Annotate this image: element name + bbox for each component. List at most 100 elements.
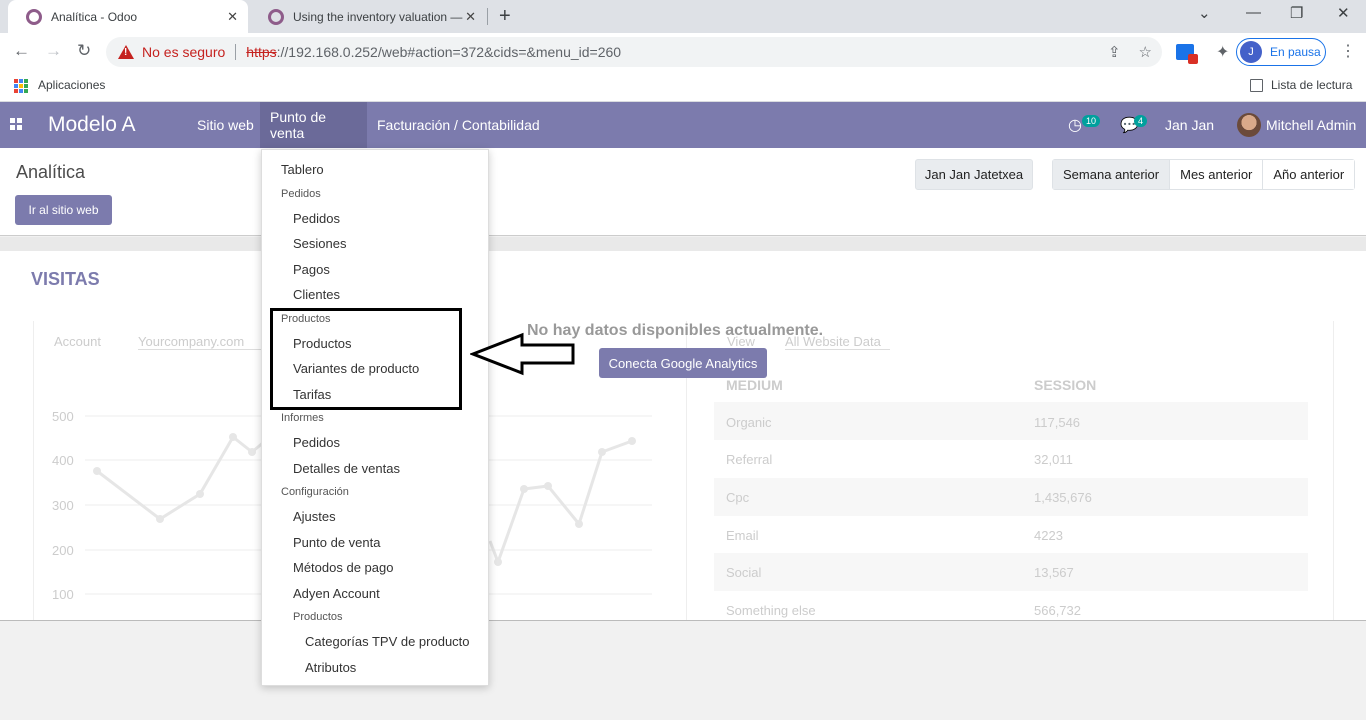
odoo-favicon-icon xyxy=(268,8,284,25)
url-field[interactable]: No es seguro https ://192.168.0.252/web#… xyxy=(106,37,1162,67)
url-scheme: https xyxy=(246,44,277,60)
brand-title[interactable]: Modelo A xyxy=(48,113,136,137)
warning-icon xyxy=(118,45,134,59)
dashboard-content: VISITAS Account Yourcompany.com 500 400 … xyxy=(0,237,1366,621)
url-text: ://192.168.0.252/web#action=372&cids=&me… xyxy=(276,44,622,60)
menu-item-informes-pedidos[interactable]: Pedidos xyxy=(293,435,340,450)
ghost-cell: 13,567 xyxy=(1034,565,1074,580)
activity-button[interactable]: ◷ xyxy=(1068,102,1082,148)
odoo-navbar: Modelo A Sitio web Punto de venta Factur… xyxy=(0,102,1366,148)
profile-status: En pausa xyxy=(1270,45,1321,59)
window-close-icon[interactable]: ✕ xyxy=(1337,4,1350,22)
period-last-month[interactable]: Mes anterior xyxy=(1169,160,1263,189)
browser-addressbar: ← → ↻ No es seguro https ://192.168.0.25… xyxy=(0,33,1366,71)
app-switcher-icon[interactable] xyxy=(10,118,22,130)
browser-tab[interactable]: Using the inventory valuation — ✕ xyxy=(250,0,486,33)
extension-icon[interactable] xyxy=(1176,44,1198,64)
ghost-cell: 32,011 xyxy=(1034,452,1073,467)
menu-sitio-web[interactable]: Sitio web xyxy=(187,102,264,148)
tab-separator xyxy=(487,8,488,25)
minimize-icon[interactable]: — xyxy=(1246,4,1261,21)
go-website-button[interactable]: Ir al sitio web xyxy=(15,195,112,225)
pos-dropdown-menu: Tablero Pedidos Pedidos Sesiones Pagos C… xyxy=(261,149,489,686)
menu-header-pedidos: Pedidos xyxy=(281,188,321,200)
control-panel: Analítica Ir al sitio web Jan Jan Jatetx… xyxy=(0,148,1366,236)
ghost-row-shade xyxy=(714,402,1308,440)
user-filter-button[interactable]: Jan Jan Jatetxea xyxy=(915,159,1033,190)
period-last-week[interactable]: Semana anterior xyxy=(1053,160,1170,189)
tab-title: Analítica - Odoo xyxy=(51,9,138,24)
ghost-cell: Something else xyxy=(726,603,816,618)
browser-tabbar: Analítica - Odoo ✕ Using the inventory v… xyxy=(0,0,1366,33)
ghost-cell: Organic xyxy=(726,415,772,430)
menu-header-configuracion: Configuración xyxy=(281,486,349,498)
back-icon[interactable]: ← xyxy=(13,41,30,61)
close-icon[interactable]: ✕ xyxy=(227,9,238,25)
tab-title: Using the inventory valuation — xyxy=(293,9,463,24)
puzzle-icon[interactable]: ✦ xyxy=(1216,42,1229,62)
menu-item-ajustes[interactable]: Ajustes xyxy=(293,509,336,524)
ghost-cell: 4223 xyxy=(1034,528,1063,543)
user-name: Mitchell Admin xyxy=(1266,117,1357,133)
menu-punto-de-venta[interactable]: Punto de venta xyxy=(260,102,367,148)
reading-list-button[interactable]: Lista de lectura xyxy=(1250,78,1352,92)
menu-item-adyen[interactable]: Adyen Account xyxy=(293,586,380,601)
ghost-cell: Referral xyxy=(726,452,773,467)
period-selector: Semana anterior Mes anterior Año anterio… xyxy=(1052,159,1356,190)
menu-icon[interactable]: ⋮ xyxy=(1340,41,1356,61)
avatar xyxy=(1237,113,1261,137)
ghost-cell: 1,435,676 xyxy=(1034,490,1092,505)
menu-item-sesiones[interactable]: Sesiones xyxy=(293,236,346,251)
menu-item-atributos[interactable]: Atributos xyxy=(305,660,356,675)
share-icon[interactable]: ⇪ xyxy=(1108,43,1121,61)
menu-item-metodos-pago[interactable]: Métodos de pago xyxy=(293,560,393,575)
ghost-row-shade xyxy=(714,553,1308,591)
ghost-cell: 566,732 xyxy=(1034,603,1081,618)
menu-item-detalles-ventas[interactable]: Detalles de ventas xyxy=(293,461,400,476)
annotation-arrow-icon xyxy=(470,332,575,376)
clock-icon: ◷ xyxy=(1068,117,1082,134)
connect-google-analytics-button[interactable]: Conecta Google Analytics xyxy=(599,348,767,378)
odoo-favicon-icon xyxy=(26,8,42,25)
restore-icon[interactable]: ❐ xyxy=(1290,4,1303,22)
menu-item-punto-de-venta[interactable]: Punto de venta xyxy=(293,535,380,550)
apps-icon[interactable] xyxy=(14,79,28,93)
ghost-col-session: SESSION xyxy=(1034,377,1097,393)
menu-item-clientes[interactable]: Clientes xyxy=(293,287,340,302)
annotation-highlight-box xyxy=(270,308,462,410)
browser-tab-active[interactable]: Analítica - Odoo ✕ xyxy=(8,0,248,33)
reload-icon[interactable]: ↻ xyxy=(77,41,91,61)
messages-badge: 4 xyxy=(1134,115,1148,127)
chevron-down-icon[interactable]: ⌄ xyxy=(1198,4,1211,22)
star-icon[interactable]: ☆ xyxy=(1139,43,1152,61)
menu-item-categorias-tpv[interactable]: Categorías TPV de producto xyxy=(305,634,470,649)
divider xyxy=(235,44,237,60)
profile-button[interactable]: J En pausa xyxy=(1236,38,1326,66)
menu-item-tablero[interactable]: Tablero xyxy=(281,162,324,177)
menu-header-config-productos: Productos xyxy=(293,611,343,623)
period-last-year[interactable]: Año anterior xyxy=(1262,160,1355,189)
ghost-cell: Email xyxy=(726,528,759,543)
menu-item-pagos[interactable]: Pagos xyxy=(293,262,330,277)
reading-list-icon xyxy=(1250,78,1263,92)
user-menu[interactable]: Mitchell Admin xyxy=(1237,102,1356,148)
page-title: Analítica xyxy=(16,162,86,182)
avatar: J xyxy=(1240,41,1262,63)
close-icon[interactable]: ✕ xyxy=(465,9,476,25)
bookmark-apps[interactable]: Aplicaciones xyxy=(38,78,105,92)
forward-icon[interactable]: → xyxy=(45,41,62,61)
ghost-cell: Cpc xyxy=(726,490,750,505)
bookmarks-bar: Aplicaciones Lista de lectura xyxy=(0,71,1366,102)
menu-header-informes: Informes xyxy=(281,412,324,424)
reading-list-label: Lista de lectura xyxy=(1271,78,1353,92)
ghost-cell: Social xyxy=(726,565,762,580)
menu-facturacion[interactable]: Facturación / Contabilidad xyxy=(367,102,550,148)
activity-badge: 10 xyxy=(1082,115,1101,127)
company-switcher[interactable]: Jan Jan xyxy=(1165,102,1214,148)
ghost-col-medium: MEDIUM xyxy=(726,377,783,393)
ghost-cell: 117,546 xyxy=(1034,415,1081,430)
ghost-row-shade xyxy=(714,478,1308,516)
menu-item-pedidos[interactable]: Pedidos xyxy=(293,211,340,226)
new-tab-icon[interactable]: + xyxy=(499,5,511,28)
security-label[interactable]: No es seguro xyxy=(142,44,225,60)
